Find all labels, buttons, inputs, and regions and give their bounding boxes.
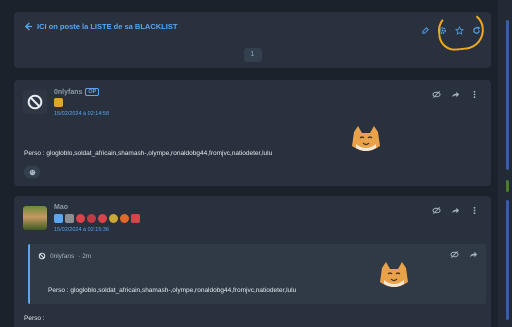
badge-icon: [54, 214, 63, 223]
post-author[interactable]: 0nlyfans: [54, 89, 82, 96]
reaction-button[interactable]: [24, 166, 40, 178]
more-icon[interactable]: [470, 206, 479, 215]
cat-sticker: [352, 126, 380, 151]
post: 0nlyfans OP 15/02/2024 à 02:14:58 Perso …: [14, 80, 491, 186]
page-button[interactable]: 1: [243, 48, 262, 62]
hide-icon[interactable]: [432, 206, 441, 215]
topic-title[interactable]: ICI on poste la LISTE de sa BLACKLIST: [37, 22, 177, 31]
post-date[interactable]: 15/02/2024 à 02:15:36: [54, 227, 109, 233]
quote-header: 0nlyfans · 2m: [38, 252, 91, 260]
banned-icon: [38, 252, 46, 260]
badge-icon: [98, 214, 107, 223]
annotation-circle: [436, 9, 486, 53]
cat-sticker: [380, 262, 408, 287]
badge-icon: [109, 214, 118, 223]
topic-header: ICI on poste la LISTE de sa BLACKLIST 1: [14, 9, 491, 68]
post-text: Perso : glogloblo,soldat_africain,shamas…: [24, 150, 273, 157]
smiley-icon: [29, 169, 35, 175]
edit-icon[interactable]: [421, 22, 430, 34]
post-tools: [432, 90, 479, 99]
more-icon[interactable]: [470, 90, 479, 99]
rail-bar: [506, 200, 509, 320]
badge-icon: [54, 98, 63, 107]
post-author-row: Mao: [54, 204, 68, 211]
post: Mao 15/02/2024 à 02:15:36 0nlyfans · 2m …: [14, 196, 491, 327]
badge-icon: [131, 214, 140, 223]
quote-author[interactable]: 0nlyfans: [50, 253, 74, 260]
share-icon[interactable]: [469, 250, 478, 259]
op-badge: OP: [85, 88, 100, 96]
quote-time: · 2m: [78, 252, 92, 260]
badge-icon: [65, 214, 74, 223]
share-icon[interactable]: [451, 90, 460, 99]
share-icon[interactable]: [451, 206, 460, 215]
banned-icon: [27, 94, 43, 110]
quote-block: 0nlyfans · 2m Perso : glogloblo,soldat_a…: [28, 244, 486, 304]
badge-icon: [76, 214, 85, 223]
hide-icon[interactable]: [432, 90, 441, 99]
post-tools: [432, 206, 479, 215]
back-arrow-icon[interactable]: [24, 22, 33, 31]
hide-icon[interactable]: [450, 250, 459, 259]
badge-icon: [120, 214, 129, 223]
side-rail: [498, 0, 512, 327]
topic-title-row[interactable]: ICI on poste la LISTE de sa BLACKLIST: [24, 22, 177, 31]
rail-bar: [506, 180, 509, 192]
post-author-row: 0nlyfans OP: [54, 88, 100, 96]
quote-text: Perso : glogloblo,soldat_africain,shamas…: [48, 287, 297, 294]
badge-icon: [87, 214, 96, 223]
post-author[interactable]: Mao: [54, 204, 68, 211]
badges: [54, 214, 140, 223]
rail-bar: [506, 20, 509, 170]
post-text: Perso :: [24, 315, 45, 322]
badges: [54, 98, 63, 107]
quote-tools: [450, 250, 478, 259]
avatar[interactable]: [23, 90, 47, 114]
avatar[interactable]: [23, 206, 47, 230]
post-date[interactable]: 15/02/2024 à 02:14:58: [54, 111, 109, 117]
